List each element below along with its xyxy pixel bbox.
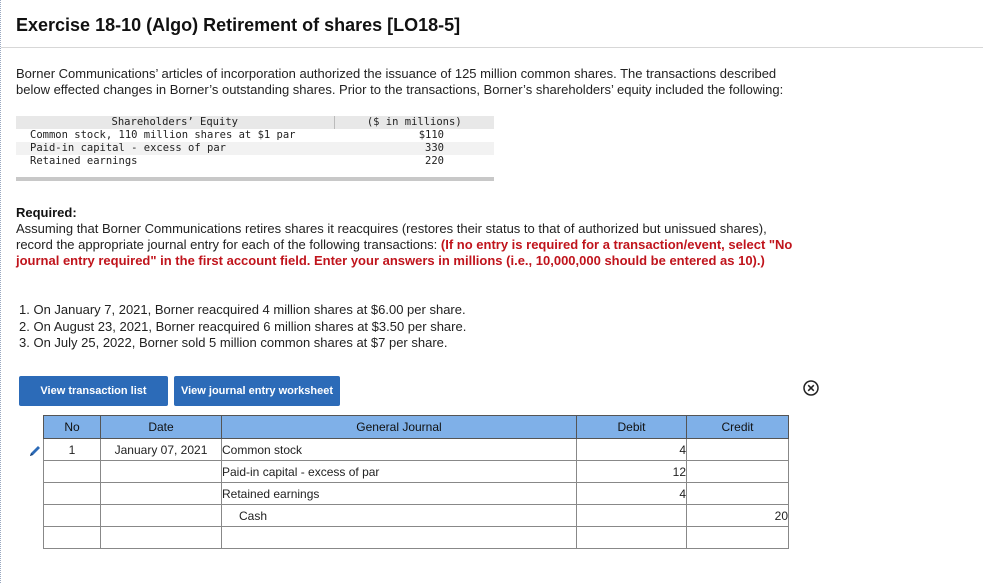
- journal-account-cell[interactable]: Paid-in capital - excess of par: [221, 460, 577, 483]
- intro-paragraph: Borner Communications’ articles of incor…: [16, 66, 916, 98]
- required-instructions: Assuming that Borner Communications reti…: [16, 221, 916, 269]
- journal-date-cell[interactable]: [100, 482, 222, 505]
- journal-entry-no: [43, 504, 101, 527]
- journal-row: Retained earnings 4: [43, 482, 789, 505]
- journal-header-row: No Date General Journal Debit Credit: [43, 415, 789, 439]
- journal-entry-no: [43, 482, 101, 505]
- page-title: Exercise 18-10 (Algo) Retirement of shar…: [16, 15, 461, 35]
- journal-credit-cell[interactable]: [686, 526, 789, 549]
- required-line-1: Assuming that Borner Communications reti…: [16, 221, 767, 236]
- journal-table: No Date General Journal Debit Credit 1 J…: [43, 415, 789, 549]
- transaction-item: 2. On August 23, 2021, Borner reacquired…: [19, 318, 467, 334]
- journal-entry-no: 1: [43, 438, 101, 461]
- equity-row-amount: 220: [425, 155, 444, 167]
- journal-credit-cell[interactable]: [686, 438, 789, 461]
- journal-credit-cell[interactable]: 20: [686, 504, 789, 527]
- required-line-2: record the appropriate journal entry for…: [16, 237, 916, 253]
- equity-table-bottom-rule: [16, 177, 494, 181]
- journal-debit-cell[interactable]: 12: [576, 460, 687, 483]
- view-journal-entry-worksheet-button[interactable]: View journal entry worksheet: [174, 376, 340, 406]
- journal-debit-cell[interactable]: [576, 526, 687, 549]
- edit-pencil-icon[interactable]: [28, 444, 42, 458]
- transaction-item: 3. On July 25, 2022, Borner sold 5 milli…: [19, 335, 448, 350]
- equity-table-header: Shareholders’ Equity ($ in millions): [16, 116, 494, 129]
- intro-line-2: below effected changes in Borner’s outst…: [16, 82, 784, 97]
- journal-entry-no: [43, 526, 101, 549]
- col-header-no: No: [43, 415, 101, 439]
- journal-account-cell[interactable]: Cash: [221, 504, 577, 527]
- equity-header-amount: ($ in millions): [333, 116, 494, 129]
- equity-row-amount: $110: [418, 129, 444, 141]
- equity-header-label: Shareholders’ Equity: [16, 116, 334, 129]
- equity-row: Retained earnings 220: [16, 155, 494, 168]
- journal-account-cell[interactable]: [221, 526, 577, 549]
- col-header-debit: Debit: [576, 415, 687, 439]
- required-red-note-1: (If no entry is required for a transacti…: [440, 237, 793, 252]
- journal-credit-cell[interactable]: [686, 482, 789, 505]
- journal-row: Paid-in capital - excess of par 12: [43, 460, 789, 483]
- required-red-note-2: journal entry required" in the first acc…: [16, 253, 765, 268]
- journal-credit-cell[interactable]: [686, 460, 789, 483]
- col-header-credit: Credit: [686, 415, 789, 439]
- journal-debit-cell[interactable]: [576, 504, 687, 527]
- col-header-date: Date: [100, 415, 222, 439]
- view-transaction-list-button[interactable]: View transaction list: [19, 376, 168, 406]
- journal-debit-cell[interactable]: 4: [576, 438, 687, 461]
- journal-account-cell[interactable]: Common stock: [221, 438, 577, 461]
- journal-debit-cell[interactable]: 4: [576, 482, 687, 505]
- transaction-item: 1. On January 7, 2021, Borner reacquired…: [19, 302, 466, 317]
- required-heading: Required:: [16, 205, 77, 220]
- equity-row-label: Retained earnings: [30, 155, 138, 167]
- title-divider: [1, 47, 983, 48]
- journal-entry-no: [43, 460, 101, 483]
- col-header-general-journal: General Journal: [221, 415, 577, 439]
- equity-table: Shareholders’ Equity ($ in millions) Com…: [16, 116, 494, 168]
- transaction-list: 1. On January 7, 2021, Borner reacquired…: [19, 302, 466, 352]
- journal-date-cell[interactable]: January 07, 2021: [100, 438, 222, 461]
- equity-row: Common stock, 110 million shares at $1 p…: [16, 129, 494, 142]
- journal-row: Cash 20: [43, 504, 789, 527]
- journal-account-cell[interactable]: Retained earnings: [221, 482, 577, 505]
- journal-date-cell[interactable]: [100, 460, 222, 483]
- journal-date-cell[interactable]: [100, 526, 222, 549]
- equity-row-amount: 330: [334, 142, 494, 155]
- journal-row: [43, 526, 789, 549]
- required-line-2-text: record the appropriate journal entry for…: [16, 237, 441, 252]
- close-circle-icon[interactable]: [803, 380, 819, 396]
- equity-row-label: Common stock, 110 million shares at $1 p…: [30, 129, 296, 141]
- journal-date-cell[interactable]: [100, 504, 222, 527]
- equity-row: Paid-in capital - excess of par 330: [16, 142, 494, 155]
- equity-row-label: Paid-in capital - excess of par: [16, 142, 334, 155]
- journal-row: 1 January 07, 2021 Common stock 4: [43, 438, 789, 461]
- intro-line-1: Borner Communications’ articles of incor…: [16, 66, 777, 81]
